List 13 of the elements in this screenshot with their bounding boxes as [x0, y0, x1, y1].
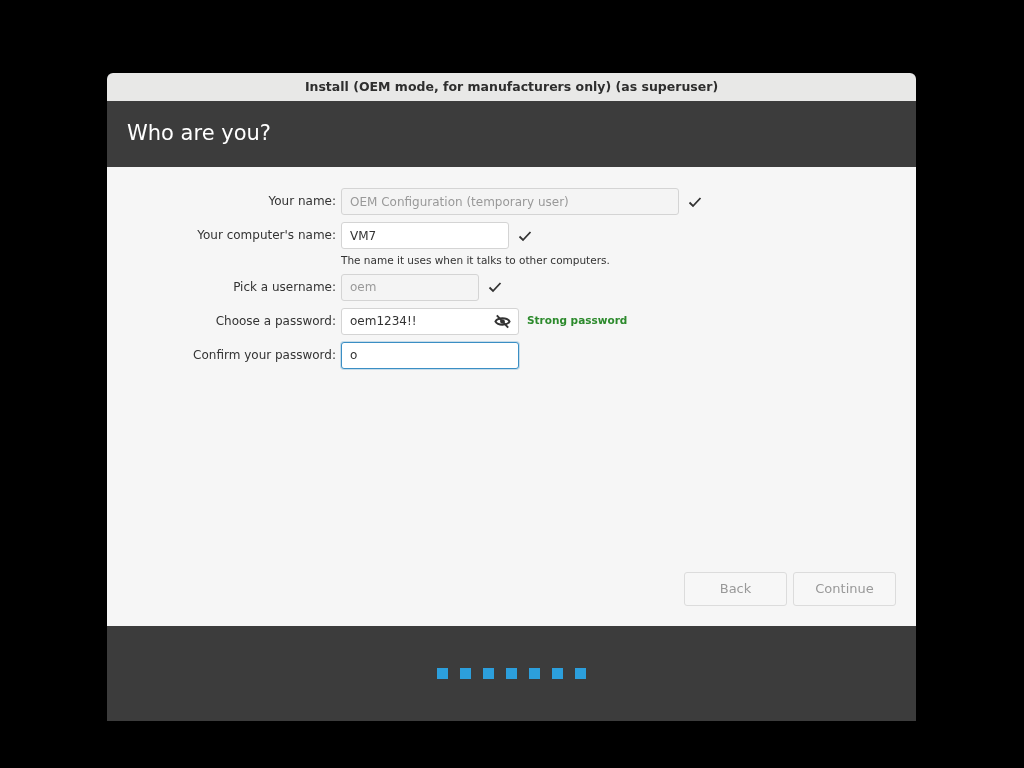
field-label: Your computer's name: [196, 227, 337, 244]
password-field[interactable]: oem1234!! [341, 307, 519, 335]
input-field[interactable]: o [341, 341, 519, 369]
field-label: Confirm your password: [192, 346, 337, 364]
page-title: Who are you? [107, 101, 916, 167]
window-title: Install (OEM mode, for manufacturers only) (as superuser) [107, 73, 916, 101]
input-field[interactable]: VM7 [341, 222, 509, 249]
field-label: Choose a password: [214, 312, 337, 330]
field-label: Pick a username: [232, 278, 337, 296]
hidden-eye-icon[interactable] [494, 312, 511, 330]
field-label: Your name: [267, 193, 337, 210]
password-strength: Strong password [527, 313, 628, 329]
field-hint: The name it uses when it talks to other computers. [341, 253, 610, 268]
